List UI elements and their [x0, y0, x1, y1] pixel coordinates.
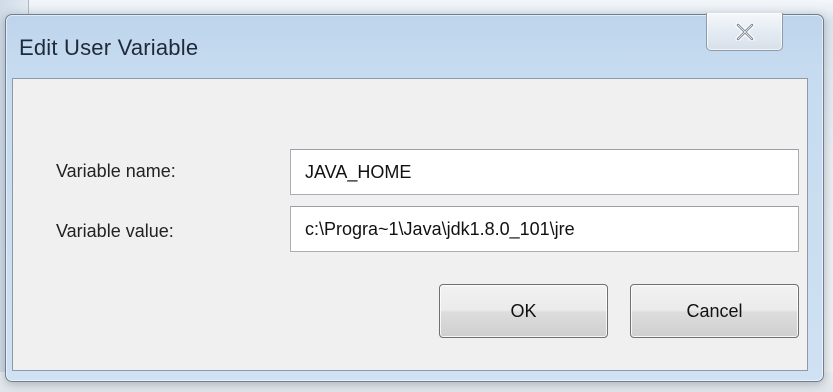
- ok-button[interactable]: OK: [439, 284, 608, 338]
- variable-value-label: Variable value:: [56, 221, 174, 241]
- variable-name-label: Variable name:: [56, 161, 176, 181]
- close-x-icon: [735, 22, 754, 41]
- dialog-title: Edit User Variable: [19, 35, 199, 60]
- close-button[interactable]: [706, 13, 783, 51]
- variable-name-input[interactable]: [290, 149, 799, 195]
- dialog-client-area: Variable name: Variable value: OK Cancel: [12, 78, 808, 371]
- edit-user-variable-dialog: Edit User Variable Variable name: Variab…: [5, 13, 824, 382]
- variable-value-input[interactable]: [290, 206, 799, 252]
- cancel-button[interactable]: Cancel: [630, 284, 799, 338]
